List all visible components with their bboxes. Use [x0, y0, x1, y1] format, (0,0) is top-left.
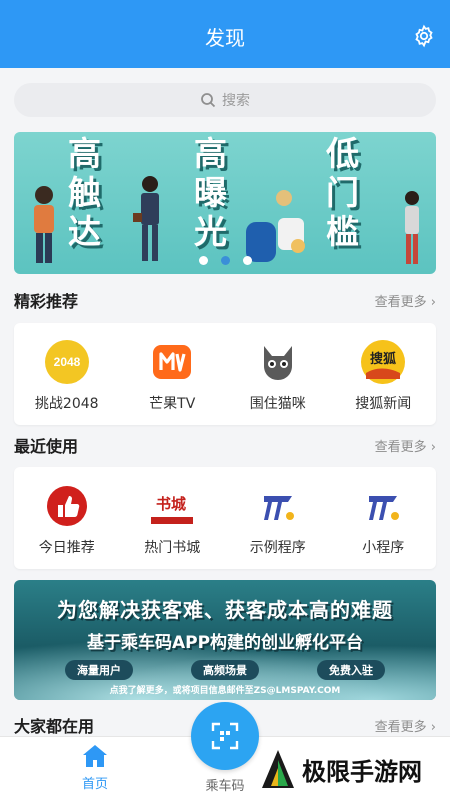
app-mango-tv[interactable]: 芒果TV	[120, 323, 226, 425]
bookstore-icon: 书城	[149, 483, 195, 529]
tab-ride-code[interactable]: 乘车码	[180, 775, 270, 794]
promo-banner[interactable]: 高触达 高曝光 低门槛	[14, 132, 436, 274]
sohu-icon: 搜狐	[360, 339, 406, 385]
see-more-link[interactable]: 查看更多 ›	[375, 436, 436, 455]
tab-home-label: 首页	[81, 777, 108, 792]
scan-ride-code-button[interactable]	[191, 702, 259, 770]
svg-text:搜狐: 搜狐	[370, 351, 396, 367]
ad-headline: 为您解决获客难、获客成本高的难题	[57, 598, 393, 622]
tab-home[interactable]: 首页	[50, 743, 140, 792]
app-sohu-news[interactable]: 搜狐 搜狐新闻	[331, 323, 437, 425]
app-today-recommend[interactable]: 今日推荐	[14, 467, 120, 569]
banner-column-1: 高触达	[68, 134, 101, 251]
mini-program-icon	[360, 483, 406, 529]
ad-pill: 高频场景	[191, 660, 259, 680]
section-title: 精彩推荐	[14, 292, 79, 311]
ad-pill: 免费入驻	[317, 660, 385, 680]
recent-apps-card: 今日推荐 书城 热门书城 示例程序 小程序	[14, 467, 436, 569]
gear-icon[interactable]	[412, 24, 436, 48]
carousel-dot[interactable]	[198, 256, 208, 265]
section-title: 大家都在用	[14, 717, 95, 736]
see-more-link[interactable]: 查看更多 ›	[375, 291, 436, 310]
svg-text:2048: 2048	[53, 355, 80, 369]
game-2048-icon: 2048	[44, 339, 90, 385]
app-hot-bookstore[interactable]: 书城 热门书城	[120, 467, 226, 569]
app-sample-program[interactable]: 示例程序	[225, 467, 331, 569]
page-title: 发现	[205, 26, 245, 50]
section-title: 最近使用	[14, 437, 79, 456]
mango-tv-icon	[149, 339, 195, 385]
app-trap-cat[interactable]: 围住猫咪	[225, 323, 331, 425]
banner-column-3: 低门槛	[326, 134, 359, 251]
site-watermark: 极限手游网	[258, 748, 422, 790]
watermark-text: 极限手游网	[302, 756, 422, 786]
banner-column-2: 高曝光	[194, 134, 227, 251]
search-bar[interactable]: 搜索	[14, 83, 436, 117]
tab-ride-code-label: 乘车码	[205, 779, 245, 794]
recent-section-header: 最近使用 查看更多 ›	[14, 433, 436, 457]
scan-code-icon	[211, 722, 239, 750]
carousel-dot-active[interactable]	[220, 256, 230, 265]
carousel-dot[interactable]	[242, 256, 252, 265]
ad-subheadline: 基于乘车码APP构建的创业孵化平台	[86, 633, 364, 653]
see-more-link[interactable]: 查看更多 ›	[375, 716, 436, 735]
ad-contact-line: 点我了解更多，或将项目信息邮件至ZS@LMSPAY.COM	[109, 686, 341, 696]
top-bar: 发现	[0, 0, 450, 68]
cat-icon	[255, 339, 301, 385]
search-placeholder: 搜索	[222, 93, 250, 109]
search-icon	[201, 93, 216, 108]
svg-text:书城: 书城	[156, 495, 186, 513]
featured-apps-card: 2048 挑战2048 芒果TV 围住猫咪 搜狐 搜狐新闻	[14, 323, 436, 425]
carousel-dots[interactable]	[14, 256, 436, 265]
ad-feature-pills: 海量用户 高频场景 免费入驻	[14, 660, 436, 680]
ad-pill: 海量用户	[65, 660, 133, 680]
app-mini-program[interactable]: 小程序	[331, 467, 437, 569]
watermark-logo-icon	[262, 750, 294, 788]
app-2048[interactable]: 2048 挑战2048	[14, 323, 120, 425]
mini-program-icon	[255, 483, 301, 529]
businessman-illustration	[133, 176, 159, 261]
home-icon	[83, 745, 107, 767]
featured-section-header: 精彩推荐 查看更多 ›	[14, 288, 436, 312]
thumbs-up-icon	[44, 483, 90, 529]
incubator-ad-banner[interactable]: 为您解决获客难、获客成本高的难题 基于乘车码APP构建的创业孵化平台 海量用户 …	[14, 580, 436, 700]
